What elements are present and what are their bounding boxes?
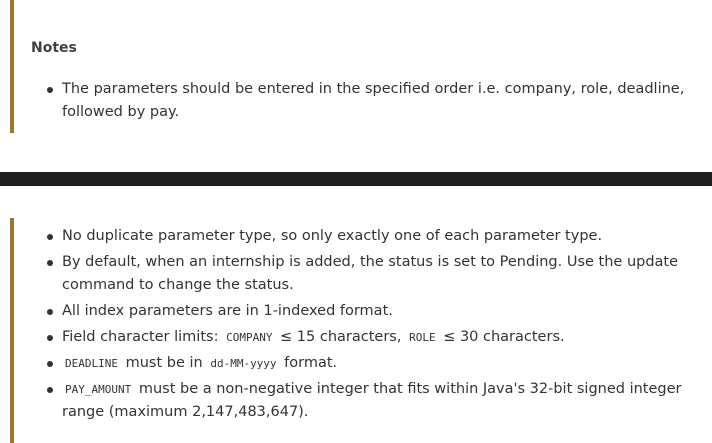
bullet-icon (47, 335, 53, 341)
code-company: COMPANY (226, 331, 273, 344)
code-date-format: dd-MM-yyyy (210, 357, 277, 370)
code-deadline: DEADLINE (65, 357, 118, 370)
list-item-text: ≤ 30 characters. (443, 329, 565, 345)
code-pay-amount: PAY_AMOUNT (65, 383, 132, 396)
list-item: By default, when an internship is added,… (14, 251, 704, 297)
list-item: The parameters should be entered in the … (14, 78, 704, 124)
list-item: No duplicate parameter type, so only exa… (14, 225, 704, 248)
list-item-text: No duplicate parameter type, so only exa… (62, 228, 603, 244)
notes-list: The parameters should be entered in the … (14, 78, 704, 124)
list-item: DEADLINE must be in dd-MM-yyyy format. (14, 352, 704, 375)
list-item-text: By default, when an internship is added,… (62, 254, 679, 293)
section-divider (0, 172, 712, 186)
constraints-list: No duplicate parameter type, so only exa… (14, 225, 704, 427)
list-item-text: Field character limits: (62, 329, 219, 345)
bullet-icon (47, 260, 53, 266)
code-role: ROLE (409, 331, 436, 344)
list-item-text: must be a non-negative integer that fits… (62, 381, 682, 420)
constraints-panel: No duplicate parameter type, so only exa… (10, 218, 712, 443)
bullet-icon (47, 361, 53, 367)
bullet-icon (47, 309, 53, 315)
list-item: All index parameters are in 1-indexed fo… (14, 300, 704, 323)
list-item: PAY_AMOUNT must be a non-negative intege… (14, 378, 704, 424)
list-item-text: All index parameters are in 1-indexed fo… (62, 303, 393, 319)
list-item-text: ≤ 15 characters, (280, 329, 402, 345)
list-item: Field character limits: COMPANY ≤ 15 cha… (14, 326, 704, 349)
bullet-icon (47, 387, 53, 393)
list-item-text: must be in (125, 355, 203, 371)
notes-panel: Notes The parameters should be entered i… (10, 0, 712, 133)
notes-title: Notes (31, 40, 77, 56)
list-item-text: The parameters should be entered in the … (62, 81, 685, 120)
bullet-icon (47, 234, 53, 240)
bullet-icon (47, 87, 53, 93)
list-item-text: format. (284, 355, 338, 371)
